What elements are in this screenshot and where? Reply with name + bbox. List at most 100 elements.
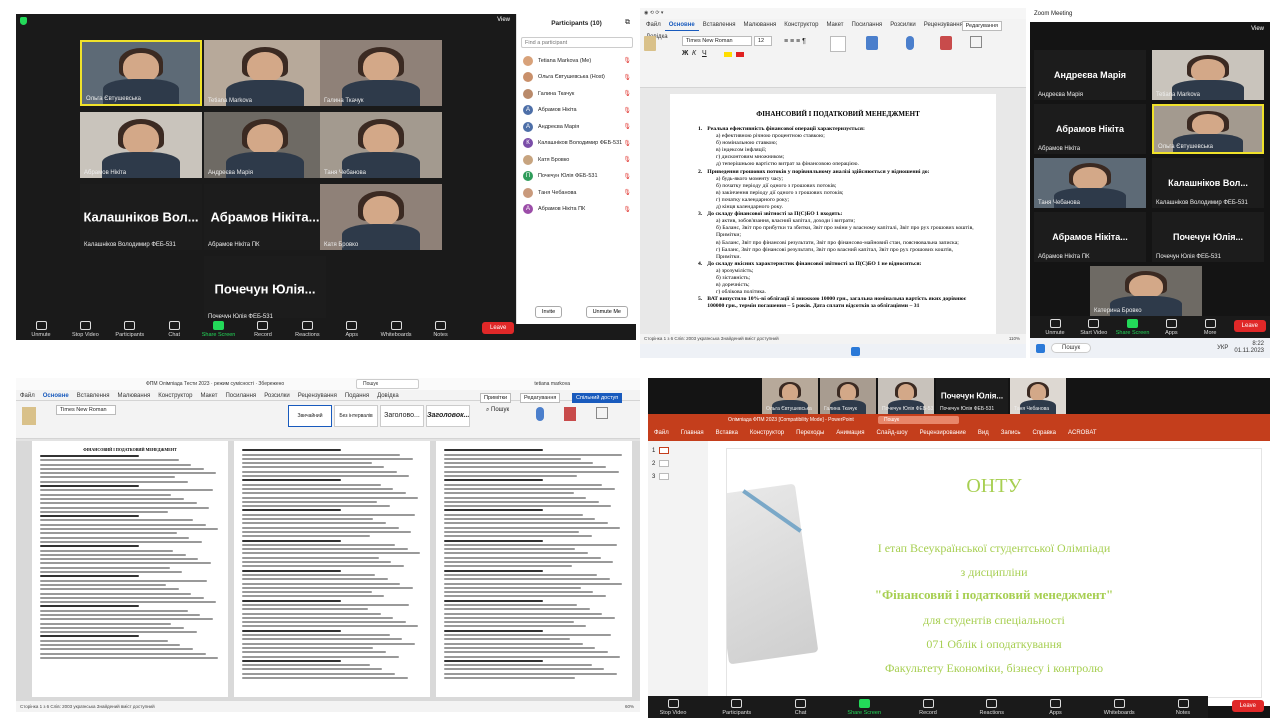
tab-справка[interactable]: Справка: [1026, 427, 1062, 439]
video-tile[interactable]: Галина Ткачук: [320, 40, 442, 106]
participant-row[interactable]: Таня Чебанова 🎙︎: [517, 184, 636, 201]
style-2[interactable]: Заголово...: [380, 405, 424, 427]
video-tile[interactable]: Почечун Юлія... Почечун Юлія ФЕБ-531: [936, 378, 1008, 414]
video-tile[interactable]: Ольга Євтушевська: [80, 40, 202, 106]
video-tile[interactable]: Tetiana Markova: [204, 40, 326, 106]
view-button[interactable]: View: [497, 17, 510, 23]
video-tile[interactable]: Таня Чебанова: [1034, 158, 1146, 208]
windows-start-icon[interactable]: [851, 346, 860, 356]
slide-thumbnail[interactable]: 3: [648, 467, 708, 480]
underline-button[interactable]: Ч: [702, 50, 707, 57]
windows-start-icon[interactable]: [1036, 343, 1045, 353]
tab-переходы[interactable]: Переходы: [790, 427, 830, 439]
participant-row[interactable]: П Почечун Юлія ФЕБ-531 🎙︎: [517, 168, 636, 185]
record-button[interactable]: Record: [246, 320, 280, 338]
participants-button[interactable]: Participants: [720, 698, 754, 716]
tab-главная[interactable]: Главная: [675, 427, 710, 439]
participant-row[interactable]: А Абрамов Нікіта 🎙︎: [517, 102, 636, 119]
review-icon[interactable]: [866, 36, 878, 50]
view-button-2[interactable]: View: [1251, 26, 1264, 32]
video-tile[interactable]: Почечун Юлія... Почечун Юлія ФЕБ-531: [204, 256, 326, 322]
highlight-icon[interactable]: [724, 52, 732, 57]
apps-button[interactable]: Apps: [335, 320, 369, 338]
leave-button-3[interactable]: Leave: [1231, 700, 1264, 712]
video-tile[interactable]: Катерина Бровко: [1090, 266, 1202, 316]
share-screen-button[interactable]: Share Screen: [202, 320, 236, 338]
apps-button[interactable]: Apps: [1154, 318, 1188, 336]
tab-вставка[interactable]: Вставка: [710, 427, 744, 439]
tab-анимация[interactable]: Анимация: [830, 427, 870, 439]
taskbar-search[interactable]: Пошук: [1051, 343, 1092, 353]
tab-файл[interactable]: Файл: [16, 391, 39, 401]
addins-icon-2[interactable]: [596, 407, 608, 419]
video-tile[interactable]: Ольга Євтушевська: [1152, 104, 1264, 154]
editing-mode-button[interactable]: Редагування: [961, 21, 1002, 31]
tab-файл[interactable]: Файл: [648, 427, 675, 439]
tab-конструктор[interactable]: Конструктор: [744, 427, 790, 439]
tab-конструктор[interactable]: Конструктор: [780, 20, 822, 30]
video-tile[interactable]: Андреєва Марія: [204, 112, 326, 178]
dictate-icon[interactable]: [906, 36, 914, 50]
dictate-icon-2[interactable]: [536, 407, 544, 421]
video-tile[interactable]: Калашніков Вол... Калашніков Володимир ФЕ…: [1152, 158, 1264, 208]
styles-icon[interactable]: [830, 36, 846, 52]
video-tile[interactable]: Андреєва Марія Андреєва Марія: [1034, 50, 1146, 100]
taskbar-lang[interactable]: УКР: [1217, 345, 1228, 351]
share-screen-button[interactable]: Share Screen: [847, 698, 881, 716]
video-tile[interactable]: Калашніков Вол... Калашніков Володимир ФЕ…: [80, 184, 202, 250]
participant-search-input[interactable]: [521, 37, 633, 48]
tab-розсилки[interactable]: Розсилки: [886, 20, 920, 30]
font-select-2[interactable]: Times New Roman: [56, 405, 116, 415]
style-3[interactable]: Заголовок...: [426, 405, 470, 427]
editor-icon-2[interactable]: [564, 407, 576, 421]
tab-малювання[interactable]: Малювання: [740, 20, 781, 30]
apps-button[interactable]: Apps: [1039, 698, 1073, 716]
tab-подання[interactable]: Подання: [341, 391, 373, 401]
font-select[interactable]: Times New Roman: [682, 36, 752, 46]
find-icon[interactable]: ⌕ Пошук: [486, 407, 509, 414]
video-tile[interactable]: Абрамов Нікіта... Абрамов Нікіта ПК: [1034, 212, 1146, 262]
video-tile[interactable]: Галина Ткачук: [820, 378, 876, 414]
tab-вставлення[interactable]: Вставлення: [73, 391, 114, 401]
participant-row[interactable]: Галина Ткачук 🎙︎: [517, 85, 636, 102]
tab-макет[interactable]: Макет: [196, 391, 221, 401]
ppt-search[interactable]: Пошук: [878, 416, 960, 424]
tab-рецензування[interactable]: Рецензування: [920, 20, 967, 30]
participant-row[interactable]: Ольга Євтушевська (Host) 🎙︎: [517, 69, 636, 86]
notes-button[interactable]: Notes: [1166, 698, 1200, 716]
comments-button[interactable]: Примітки: [480, 393, 512, 403]
tab-конструктор[interactable]: Конструктор: [154, 391, 196, 401]
start-video-button[interactable]: Start Video: [1077, 318, 1111, 336]
participant-row[interactable]: А Андреєва Марія 🎙︎: [517, 118, 636, 135]
video-tile[interactable]: Абрамов Нікіта: [80, 112, 202, 178]
reactions-button[interactable]: Reactions: [975, 698, 1009, 716]
addins-icon[interactable]: [970, 36, 982, 48]
share-screen-button[interactable]: Share Screen: [1116, 318, 1150, 336]
participant-row[interactable]: К Калашніков Володимир ФЕБ-531 🎙︎: [517, 135, 636, 152]
participants-button[interactable]: Participants: [113, 320, 147, 338]
participant-row[interactable]: Катя Бровко 🎙︎: [517, 151, 636, 168]
style-0[interactable]: Звичайний: [288, 405, 332, 427]
paste-icon[interactable]: [644, 36, 656, 51]
paste-icon-2[interactable]: [22, 407, 36, 425]
chat-button[interactable]: Chat: [157, 320, 191, 338]
tab-малювання[interactable]: Малювання: [114, 391, 155, 401]
unmute-me-button[interactable]: Unmute Me: [585, 306, 628, 318]
video-tile[interactable]: Почечун Юлія... Почечун Юлія ФЕБ-531: [1152, 212, 1264, 262]
leave-button[interactable]: Leave: [482, 322, 515, 334]
tab-вид[interactable]: Вид: [972, 427, 995, 439]
popout-icon[interactable]: ⧉: [625, 19, 630, 27]
more-button[interactable]: More: [1193, 318, 1227, 336]
video-tile[interactable]: Абрамов Нікіта Абрамов Нікіта: [1034, 104, 1146, 154]
tab-рецензирование[interactable]: Рецензирование: [914, 427, 972, 439]
record-button[interactable]: Record: [911, 698, 945, 716]
bold-button[interactable]: Ж: [682, 50, 688, 57]
video-tile[interactable]: Таня Чебанова: [320, 112, 442, 178]
editor-icon[interactable]: [940, 36, 952, 50]
participant-row[interactable]: А Абрамов Нікіта ПК 🎙︎: [517, 201, 636, 218]
editing-button[interactable]: Редагування: [520, 393, 561, 403]
tab-слайд-шоу[interactable]: Слайд-шоу: [870, 427, 913, 439]
tab-основне[interactable]: Основне: [664, 20, 699, 31]
tab-макет[interactable]: Макет: [822, 20, 847, 30]
tab-acrobat[interactable]: ACROBAT: [1062, 427, 1103, 439]
